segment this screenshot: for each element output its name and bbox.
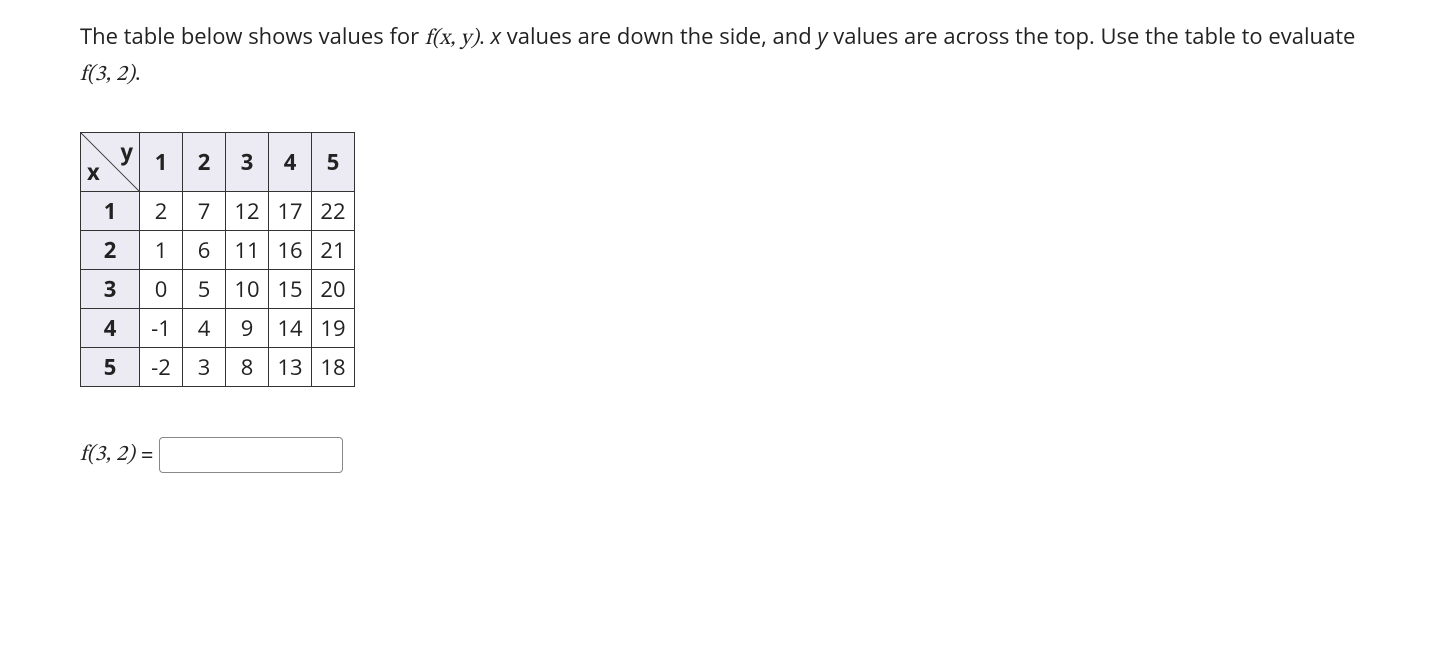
prompt-text-4: values are across the top. Use the table… bbox=[828, 21, 1356, 51]
table-row: 1 2 7 12 17 22 bbox=[81, 192, 355, 231]
answer-input[interactable] bbox=[159, 437, 343, 473]
cell: 19 bbox=[312, 309, 355, 348]
cell: 1 bbox=[140, 231, 183, 270]
cell: 17 bbox=[269, 192, 312, 231]
y-header: 5 bbox=[312, 133, 355, 192]
cell: -1 bbox=[140, 309, 183, 348]
cell: 4 bbox=[183, 309, 226, 348]
cell: 13 bbox=[269, 348, 312, 387]
answer-label: f(3, 2) bbox=[80, 441, 135, 469]
table-row: 4 -1 4 9 14 19 bbox=[81, 309, 355, 348]
question-prompt: The table below shows values for f(x, y)… bbox=[80, 20, 1364, 92]
y-header: 1 bbox=[140, 133, 183, 192]
answer-row: f(3, 2) = bbox=[80, 437, 1364, 473]
x-header: 3 bbox=[81, 270, 140, 309]
cell: 18 bbox=[312, 348, 355, 387]
cell: 9 bbox=[226, 309, 269, 348]
cell: 14 bbox=[269, 309, 312, 348]
cell: 8 bbox=[226, 348, 269, 387]
corner-x-label: x bbox=[87, 157, 100, 187]
var-x: x bbox=[491, 21, 502, 51]
corner-y-label: y bbox=[120, 137, 133, 167]
x-header: 5 bbox=[81, 348, 140, 387]
y-header: 3 bbox=[226, 133, 269, 192]
answer-equals: = bbox=[141, 440, 154, 470]
y-header: 4 bbox=[269, 133, 312, 192]
cell: 7 bbox=[183, 192, 226, 231]
y-header: 2 bbox=[183, 133, 226, 192]
cell: 12 bbox=[226, 192, 269, 231]
table-corner-cell: y x bbox=[81, 133, 140, 192]
cell: 22 bbox=[312, 192, 355, 231]
cell: 16 bbox=[269, 231, 312, 270]
var-y: y bbox=[817, 21, 827, 51]
x-header: 1 bbox=[81, 192, 140, 231]
cell: 21 bbox=[312, 231, 355, 270]
x-header: 4 bbox=[81, 309, 140, 348]
prompt-text-5: . bbox=[135, 57, 141, 87]
table-row: 3 0 5 10 15 20 bbox=[81, 270, 355, 309]
table-row: 5 -2 3 8 13 18 bbox=[81, 348, 355, 387]
cell: 10 bbox=[226, 270, 269, 309]
table-row: 2 1 6 11 16 21 bbox=[81, 231, 355, 270]
cell: 15 bbox=[269, 270, 312, 309]
cell: 0 bbox=[140, 270, 183, 309]
prompt-text-3: values are down the side, and bbox=[501, 21, 817, 51]
cell: -2 bbox=[140, 348, 183, 387]
cell: 5 bbox=[183, 270, 226, 309]
math-f32: f(3, 2) bbox=[80, 64, 135, 86]
cell: 11 bbox=[226, 231, 269, 270]
cell: 6 bbox=[183, 231, 226, 270]
cell: 20 bbox=[312, 270, 355, 309]
prompt-text-1: The table below shows values for bbox=[80, 21, 425, 51]
prompt-text-2: . bbox=[479, 21, 491, 51]
cell: 3 bbox=[183, 348, 226, 387]
x-header: 2 bbox=[81, 231, 140, 270]
cell: 2 bbox=[140, 192, 183, 231]
function-table: y x 1 2 3 4 5 1 2 7 12 17 22 2 1 6 11 16… bbox=[80, 132, 355, 387]
math-fxy: f(x, y) bbox=[425, 28, 479, 50]
